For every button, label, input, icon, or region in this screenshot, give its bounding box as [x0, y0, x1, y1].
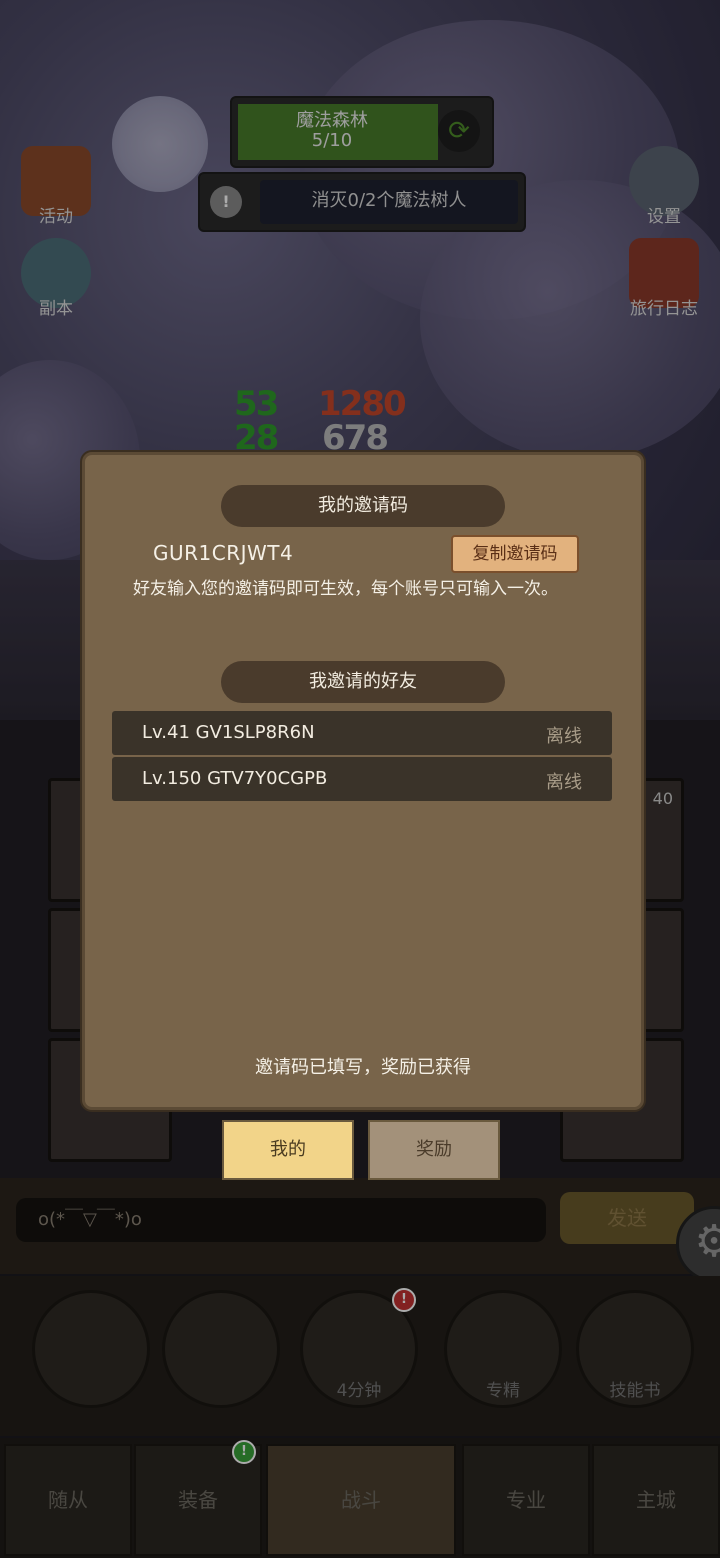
invite-code-header: 我的邀请码	[221, 485, 505, 527]
invite-modal: 我的邀请码 GUR1CRJWT4 复制邀请码 好友输入您的邀请码即可生效，每个账…	[82, 452, 644, 1110]
invite-footer: 邀请码已填写，奖励已获得	[255, 1057, 471, 1078]
friend-name: Lv.150 GTV7Y0CGPB	[142, 768, 328, 789]
friend-status: 离线	[546, 772, 582, 793]
tab-mine[interactable]: 我的	[222, 1120, 354, 1180]
invite-description: 好友输入您的邀请码即可生效，每个账号只可输入一次。	[133, 579, 558, 599]
friend-name: Lv.41 GV1SLP8R6N	[142, 722, 315, 743]
friend-row: Lv.150 GTV7Y0CGPB 离线	[112, 757, 612, 801]
invited-friends-header: 我邀请的好友	[221, 661, 505, 703]
invite-code: GUR1CRJWT4	[153, 541, 294, 565]
friend-status: 离线	[546, 726, 582, 747]
copy-invite-button[interactable]: 复制邀请码	[451, 535, 579, 573]
tab-rewards[interactable]: 奖励	[368, 1120, 500, 1180]
friend-row: Lv.41 GV1SLP8R6N 离线	[112, 711, 612, 755]
